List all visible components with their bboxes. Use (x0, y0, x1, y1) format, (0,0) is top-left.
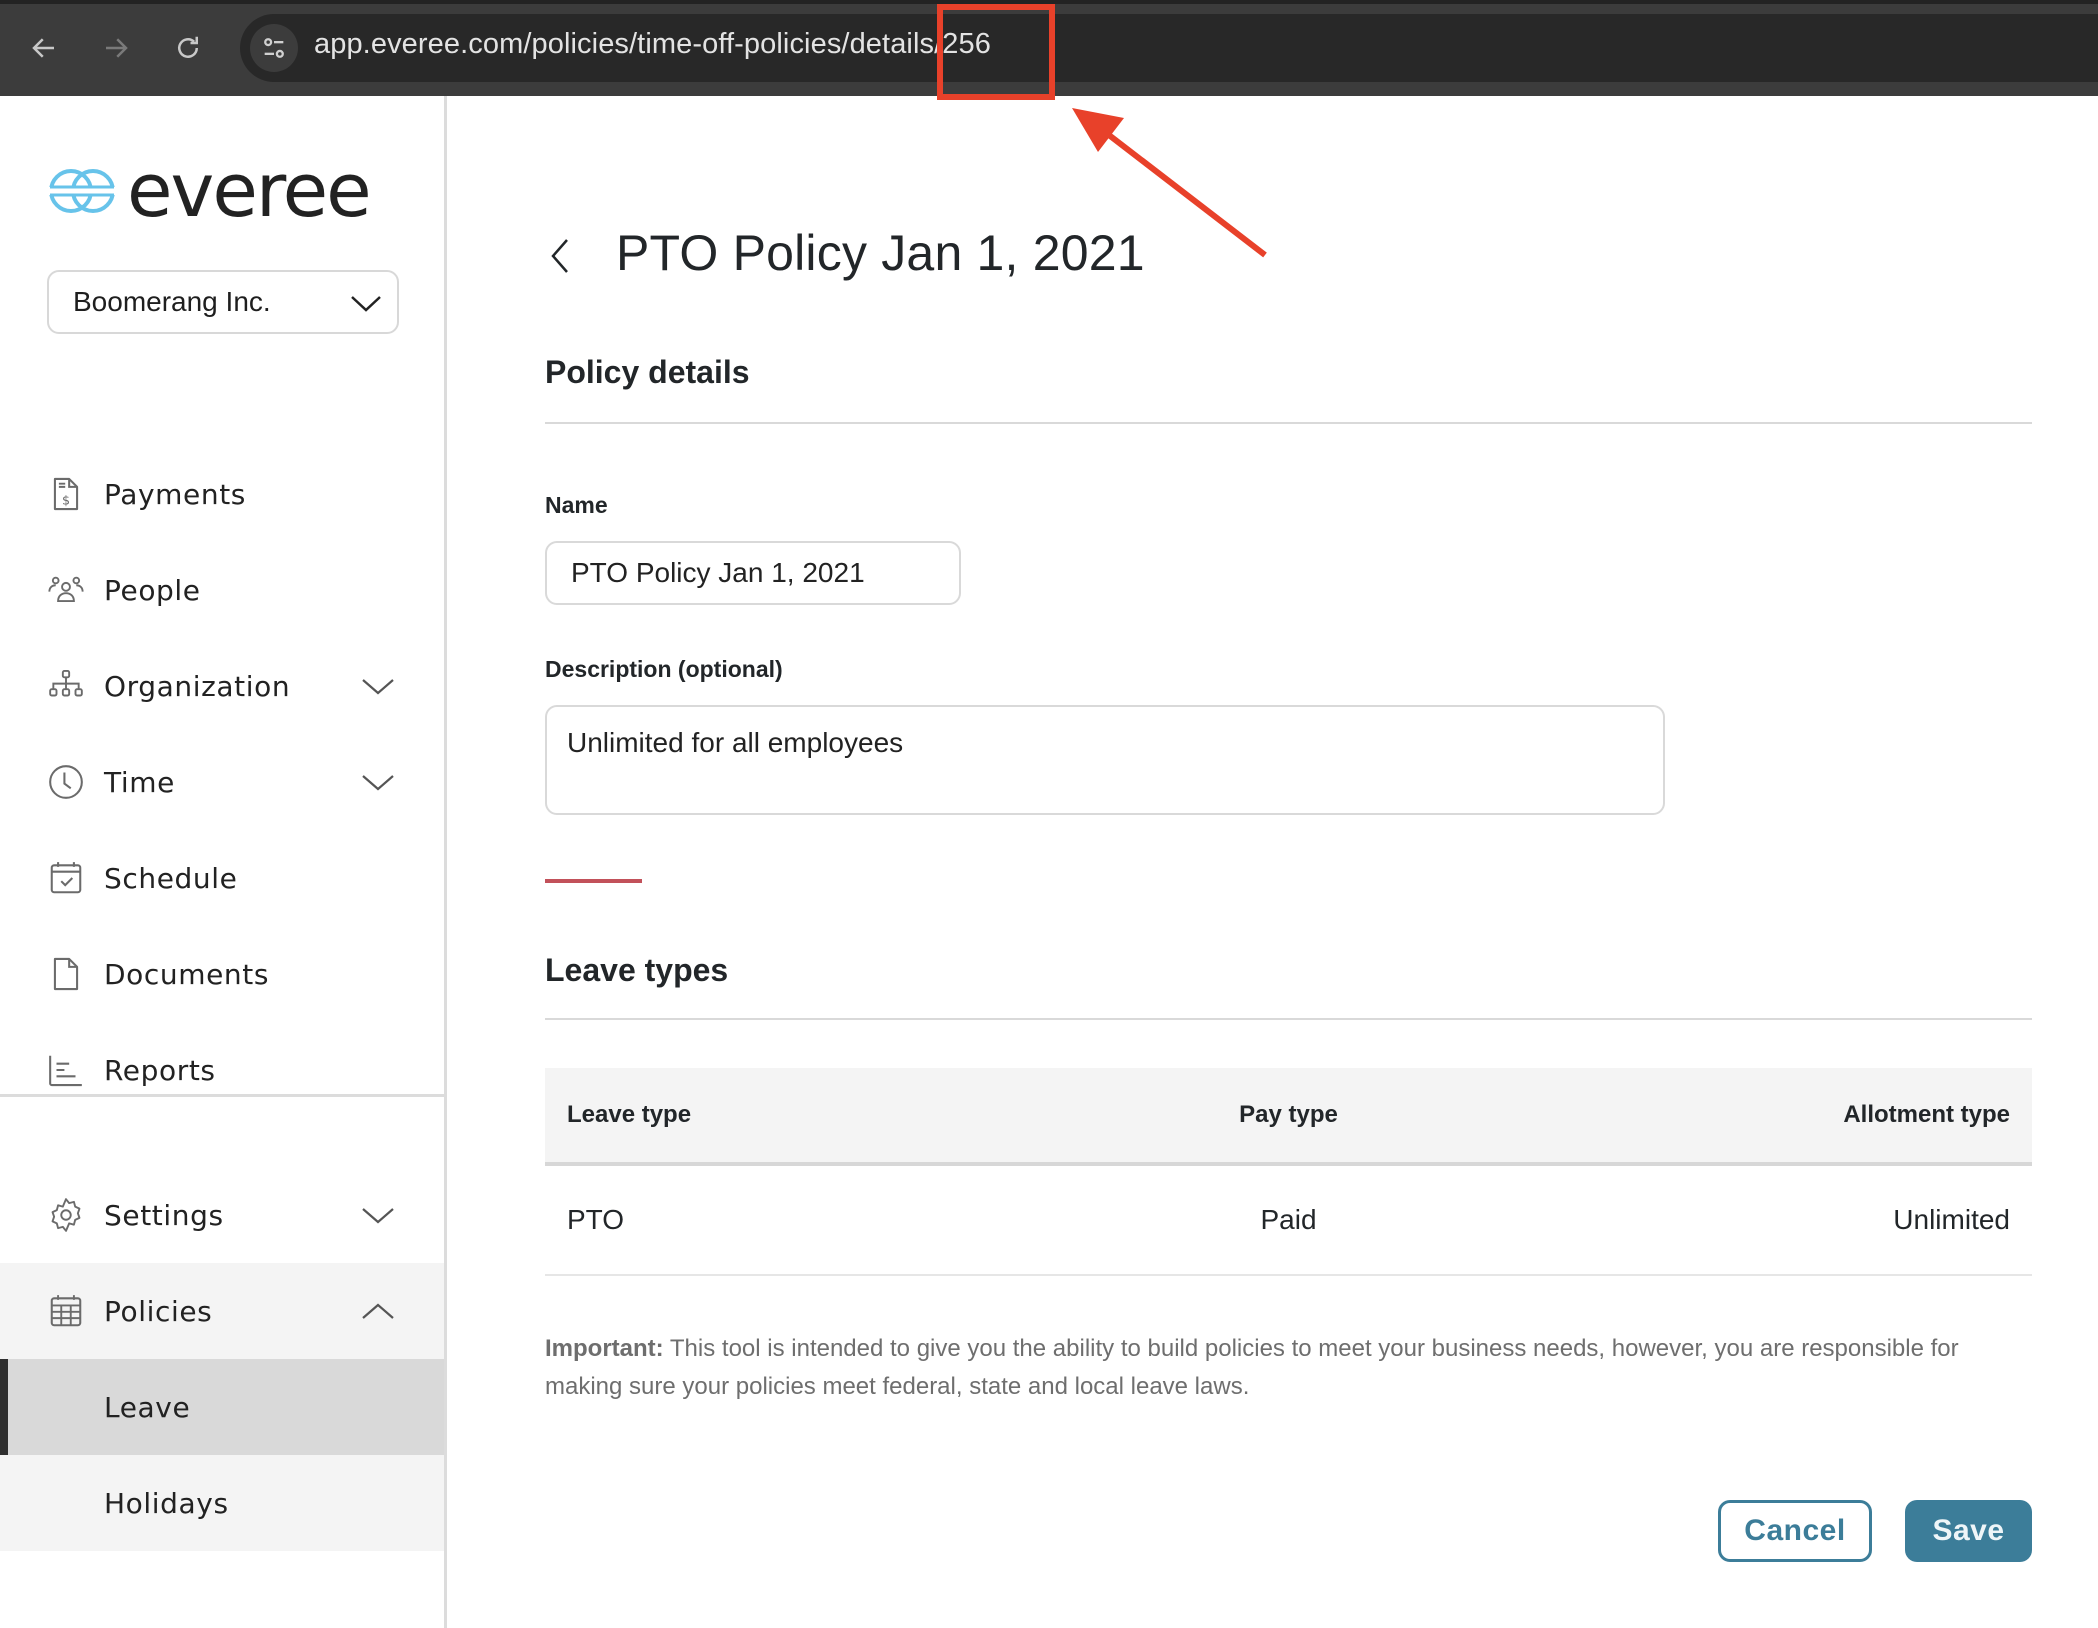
description-label: Description (optional) (545, 656, 783, 682)
svg-text:$: $ (62, 492, 70, 507)
column-header-leave-type: Leave type (567, 1101, 692, 1128)
section-accent-line (545, 879, 642, 883)
sidebar-subitem-holidays[interactable]: Holidays (0, 1455, 444, 1551)
reload-icon (178, 36, 198, 58)
clock-icon (46, 762, 86, 802)
page-title: PTO Policy Jan 1, 2021 (616, 225, 1145, 281)
notice-text: This tool is intended to give you the ab… (545, 1335, 1959, 1400)
sidebar-item-reports[interactable]: Reports (0, 1022, 444, 1118)
sidebar-item-label: Payments (104, 477, 246, 511)
name-label: Name (545, 492, 608, 518)
logo-wordmark: everee (127, 148, 372, 234)
sidebar-item-payments[interactable]: $ Payments (0, 446, 444, 542)
everee-logo[interactable]: everee (47, 148, 372, 234)
leave-types-heading: Leave types (545, 952, 729, 988)
main-content: PTO Policy Jan 1, 2021 Policy details Na… (447, 96, 2098, 1628)
policy-details-heading: Policy details (545, 354, 750, 390)
payments-doc-icon: $ (46, 474, 86, 514)
sidebar-divider (0, 1094, 444, 1097)
name-input[interactable] (545, 541, 961, 605)
url-text[interactable]: app.everee.com/policies/time-off-policie… (314, 28, 991, 61)
table-header: Leave type Pay type Allotment type (545, 1068, 2032, 1166)
chevron-down-icon (362, 679, 394, 695)
cell-leave-type: PTO (567, 1204, 625, 1235)
sidebar-item-label: Schedule (104, 861, 238, 895)
sidebar-item-schedule[interactable]: Schedule (0, 830, 444, 926)
annotation-highlight-box (937, 4, 1055, 100)
description-textarea[interactable]: Unlimited for all employees (545, 705, 1665, 815)
cell-allotment-type: Unlimited (1893, 1204, 2010, 1235)
everee-globe-icon (49, 169, 115, 213)
sidebar-item-people[interactable]: People (0, 542, 444, 638)
calendar-grid-icon (46, 1291, 86, 1331)
sidebar-item-label: Time (104, 765, 175, 799)
sidebar-item-label: People (104, 573, 201, 607)
sidebar: everee Boomerang Inc. $ Payments People … (0, 96, 447, 1628)
reload-button[interactable] (168, 28, 208, 68)
arrow-right-icon (106, 38, 128, 58)
sidebar-item-label: Organization (104, 669, 291, 703)
chevron-up-icon (362, 1303, 394, 1319)
calendar-check-icon (46, 858, 86, 898)
section-divider (545, 422, 2032, 424)
arrow-left-icon (32, 38, 54, 58)
column-header-allotment-type: Allotment type (1843, 1101, 2010, 1128)
tune-icon (264, 38, 284, 58)
sidebar-item-label: Policies (104, 1294, 213, 1328)
site-info-button[interactable] (250, 24, 298, 72)
leave-types-table: Leave type Pay type Allotment type PTO P… (545, 1068, 2032, 1276)
sidebar-item-label: Holidays (104, 1486, 229, 1520)
save-button[interactable]: Save (1905, 1500, 2032, 1562)
sidebar-item-time[interactable]: Time (0, 734, 444, 830)
cancel-button[interactable]: Cancel (1718, 1500, 1872, 1562)
forward-button[interactable] (96, 28, 136, 68)
org-chart-icon (46, 666, 86, 706)
sidebar-item-settings[interactable]: Settings (0, 1167, 444, 1263)
sidebar-item-label: Settings (104, 1198, 224, 1232)
back-button[interactable] (24, 28, 64, 68)
organization-selector-value: Boomerang Inc. (73, 286, 271, 317)
cell-pay-type: Paid (1260, 1204, 1317, 1235)
chevron-down-icon (362, 775, 394, 791)
back-chevron-icon[interactable] (545, 236, 575, 276)
reports-icon (46, 1050, 86, 1090)
document-icon (46, 954, 86, 994)
people-icon (46, 570, 86, 610)
organization-selector[interactable]: Boomerang Inc. (47, 270, 399, 334)
gear-icon (46, 1195, 86, 1235)
sidebar-item-label: Reports (104, 1053, 216, 1087)
notice-prefix: Important: (545, 1335, 664, 1362)
sidebar-subitem-leave[interactable]: Leave (0, 1359, 444, 1455)
sidebar-item-organization[interactable]: Organization (0, 638, 444, 734)
chevron-down-icon (351, 296, 381, 312)
sidebar-item-label: Documents (104, 957, 270, 991)
column-header-pay-type: Pay type (1239, 1101, 1338, 1128)
sidebar-item-label: Leave (104, 1390, 191, 1424)
table-row[interactable]: PTO Paid Unlimited (545, 1166, 2032, 1276)
chevron-down-icon (362, 1208, 394, 1224)
section-divider (545, 1018, 2032, 1020)
sidebar-item-documents[interactable]: Documents (0, 926, 444, 1022)
sidebar-item-policies[interactable]: Policies (0, 1263, 444, 1359)
legal-notice: Important: This tool is intended to give… (545, 1330, 1985, 1406)
